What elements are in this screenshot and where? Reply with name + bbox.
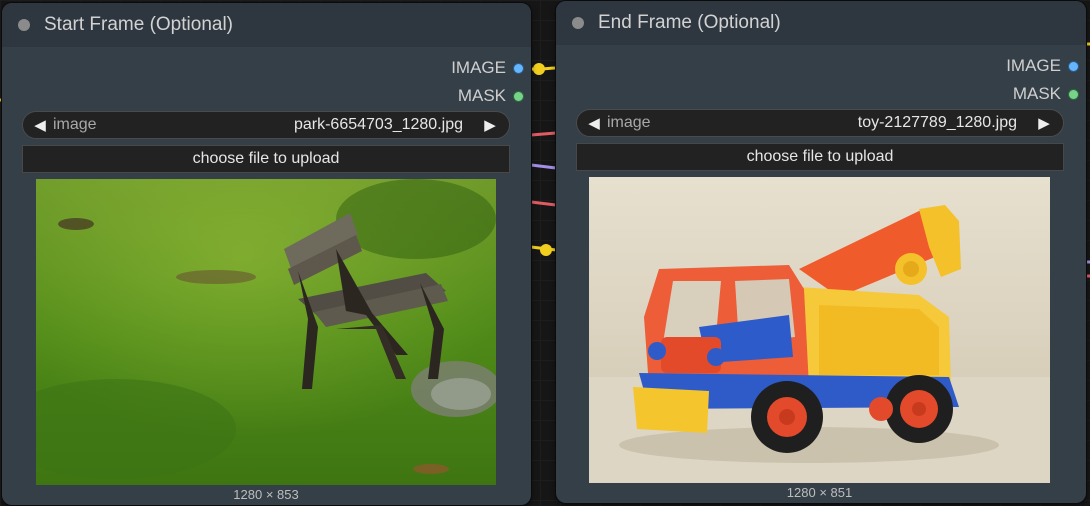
wire-red-1 <box>530 131 557 137</box>
combo-next-arrow-icon[interactable]: ▶ <box>481 116 499 134</box>
upload-button[interactable]: choose file to upload <box>22 145 510 173</box>
node-collapse-dot[interactable] <box>18 19 30 31</box>
node-collapse-dot[interactable] <box>572 17 584 29</box>
node-header[interactable]: Start Frame (Optional) <box>2 3 531 47</box>
load-image-node-end[interactable]: End Frame (Optional) IMAGE MASK ◀ image … <box>556 1 1086 503</box>
image-combo[interactable]: ◀ image park-6654703_1280.jpg ▶ <box>22 111 510 139</box>
load-image-node-start[interactable]: Start Frame (Optional) IMAGE MASK ◀ imag… <box>2 3 531 505</box>
combo-next-arrow-icon[interactable]: ▶ <box>1035 114 1053 132</box>
output-image[interactable]: IMAGE <box>451 58 523 78</box>
combo-prev-arrow-icon[interactable]: ◀ <box>31 116 49 134</box>
node-title: End Frame (Optional) <box>598 12 781 33</box>
combo-value[interactable]: park-6654703_1280.jpg <box>294 116 463 134</box>
node-title: Start Frame (Optional) <box>44 14 233 35</box>
upload-button[interactable]: choose file to upload <box>576 143 1064 171</box>
combo-name: image <box>607 114 651 131</box>
output-mask-label: MASK <box>1012 84 1061 103</box>
output-image-label: IMAGE <box>451 58 506 77</box>
wire-purple <box>530 163 557 170</box>
combo-value[interactable]: toy-2127789_1280.jpg <box>858 114 1017 132</box>
image-preview <box>589 177 1050 483</box>
image-socket-icon[interactable] <box>514 63 523 73</box>
image-dimensions: 1280 × 853 <box>233 487 299 502</box>
toy-truck-image <box>589 177 1050 483</box>
image-preview <box>36 179 496 485</box>
image-socket-icon[interactable] <box>1069 61 1078 71</box>
wire-red-2 <box>530 200 557 207</box>
node-header[interactable]: End Frame (Optional) <box>556 1 1086 45</box>
combo-name: image <box>53 116 97 133</box>
image-combo[interactable]: ◀ image toy-2127789_1280.jpg ▶ <box>576 109 1064 137</box>
mask-socket-icon[interactable] <box>514 91 523 101</box>
output-image-label: IMAGE <box>1006 56 1061 75</box>
image-dimensions: 1280 × 851 <box>786 485 853 500</box>
wire-reroute-dot <box>533 63 545 75</box>
output-mask[interactable]: MASK <box>458 86 523 106</box>
output-mask-label: MASK <box>457 86 506 105</box>
park-bench-image <box>36 179 496 485</box>
output-image[interactable]: IMAGE <box>1006 56 1078 76</box>
output-mask[interactable]: MASK <box>1013 84 1078 104</box>
wire-reroute-dot-2 <box>540 244 552 256</box>
mask-socket-icon[interactable] <box>1069 89 1078 99</box>
combo-prev-arrow-icon[interactable]: ◀ <box>585 114 603 132</box>
